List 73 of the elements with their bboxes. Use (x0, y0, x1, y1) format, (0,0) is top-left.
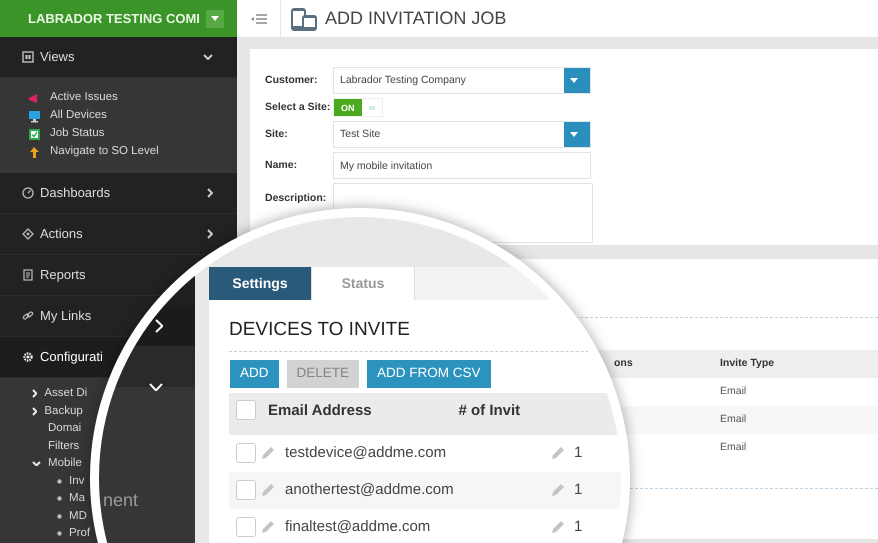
monitor-icon (28, 110, 41, 122)
caret-icon (570, 78, 578, 83)
sidebar-subitem[interactable]: Filters (48, 438, 80, 455)
row-checkbox[interactable] (236, 517, 256, 537)
table-cell-text: finaltest@addme.com (285, 516, 432, 537)
field-label: Site: (265, 126, 289, 142)
sidebar-subitem[interactable]: Ma (69, 490, 85, 508)
diamond-icon (22, 228, 34, 240)
sidebar-subitem[interactable]: Navigate to SO Level (50, 143, 159, 161)
field-label: Select a Site: (265, 100, 332, 115)
dropdown-field[interactable]: Test Site (333, 121, 591, 148)
table-cell-text: 1 (574, 480, 582, 500)
text-field[interactable]: My mobile invitation (333, 152, 591, 179)
gauge-icon (22, 187, 34, 199)
bullet-icon (57, 478, 62, 484)
table-cell-text: Email (720, 412, 746, 428)
pencil-icon[interactable] (550, 519, 566, 535)
pencil-icon[interactable] (550, 482, 566, 498)
arrow-icon (28, 146, 41, 158)
dropdown-button[interactable] (206, 10, 224, 28)
gear-icon (22, 351, 34, 363)
column-header: # of Invit (458, 400, 522, 420)
sidebar-item[interactable]: Actions (40, 224, 83, 244)
link-icon (22, 310, 34, 322)
caret-icon (210, 16, 219, 21)
section-heading: DEVICES TO INVITE (229, 316, 621, 352)
sidebar-subitem[interactable]: nent (103, 490, 138, 510)
select-all-checkbox[interactable] (236, 400, 256, 420)
page-title: ADD INVITATION JOB (325, 7, 506, 30)
devices-icon (290, 6, 318, 32)
column-header: Email Address (268, 400, 373, 420)
sidebar-item[interactable]: My Links (40, 306, 92, 326)
bullet-icon (57, 496, 62, 502)
sidebar-subitem[interactable]: Asset Di (44, 385, 88, 402)
field-label: Customer: (265, 72, 319, 88)
document-icon (22, 269, 34, 281)
grip-icon (368, 104, 374, 110)
field-label: Name: (265, 158, 298, 173)
column-header: ons (614, 356, 634, 372)
dropdown-field[interactable]: Labrador Testing Company (333, 67, 591, 94)
table-cell-text: anothertest@addme.com (285, 480, 455, 500)
row-checkbox[interactable] (236, 480, 256, 500)
pencil-icon[interactable] (260, 519, 276, 535)
grid-icon (22, 51, 34, 63)
caret-icon (570, 132, 578, 137)
checkbox-icon (28, 128, 41, 140)
table-cell-text: Email (720, 384, 746, 400)
sidebar-subitem[interactable]: Backup (44, 402, 83, 420)
column-header: Invite Type (720, 356, 774, 372)
bullet-icon (57, 531, 62, 536)
field-label: Description: (265, 191, 328, 206)
table-cell-text: 1 (574, 442, 582, 463)
bullet-icon (57, 514, 62, 519)
sidebar-subitem[interactable]: Prof (69, 525, 90, 542)
sidebar-subitem[interactable]: All Devices (50, 107, 107, 125)
sidebar-subitem[interactable]: Inv (69, 472, 84, 490)
menu-icon (250, 14, 266, 24)
table-cell-text: testdevice@addme.com (285, 442, 448, 463)
sidebar-subitem[interactable]: MD (69, 508, 87, 525)
row-checkbox[interactable] (236, 443, 256, 463)
sidebar-item[interactable]: Reports (40, 265, 86, 285)
sidebar-subitem[interactable]: Job Status (50, 125, 104, 143)
table-cell-text: Email (720, 440, 746, 456)
sidebar-item[interactable]: Views (40, 47, 74, 67)
pencil-icon[interactable] (550, 445, 566, 461)
tab[interactable]: Settings (209, 267, 312, 300)
table-cell-text: 1 (574, 516, 582, 537)
sidebar-subitem[interactable]: Mobile (48, 455, 82, 472)
pencil-icon[interactable] (260, 482, 276, 498)
sidebar-subitem[interactable]: Domai (48, 420, 82, 438)
sidebar-item[interactable]: Dashboards (40, 183, 110, 203)
sidebar-subitem[interactable]: Active Issues (50, 89, 118, 107)
pencil-icon[interactable] (260, 445, 276, 461)
